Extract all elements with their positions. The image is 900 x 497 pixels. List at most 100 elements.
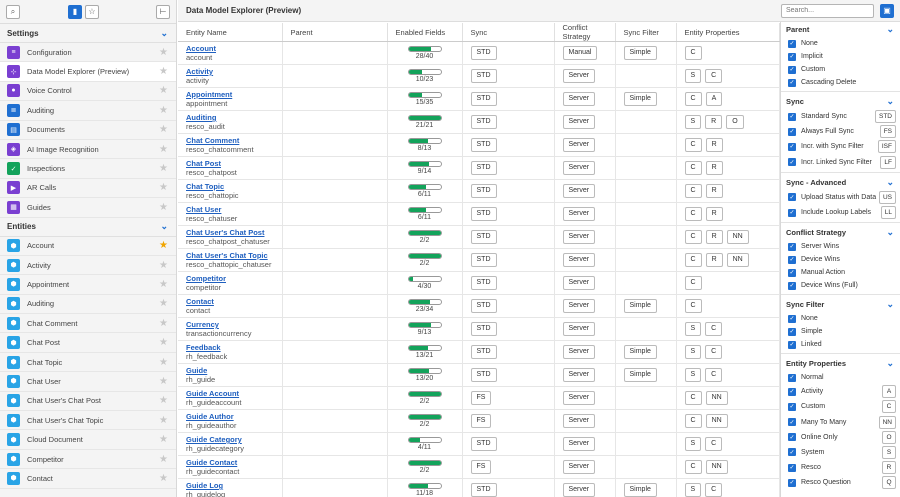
table-row[interactable]: Chat User's Chat Topic resco_chattopic_ch…: [178, 248, 780, 272]
conflict-strategy-chip[interactable]: Server: [562, 253, 596, 267]
conflict-strategy-chip[interactable]: Server: [562, 207, 596, 221]
column-header-sync-filter[interactable]: Sync Filter: [615, 23, 677, 42]
checkbox-checked-icon[interactable]: ✓: [788, 242, 796, 251]
favorite-star-icon[interactable]: ★: [159, 434, 168, 445]
sync-mode-chip[interactable]: FS: [470, 460, 492, 474]
filter-option-resco-question[interactable]: ✓ Resco Question Q: [781, 475, 900, 490]
entity-property-chip[interactable]: NN: [705, 414, 728, 428]
favorite-star-icon[interactable]: ★: [159, 415, 168, 426]
filter-option-incr-with-sync-filter[interactable]: ✓ Incr. with Sync Filter ISF: [781, 139, 900, 154]
table-row[interactable]: Currency transactioncurrency 9/13 STD Server…: [178, 317, 780, 341]
favorite-star-icon[interactable]: ★: [159, 144, 168, 155]
filter-option-implicit[interactable]: ✓ Implicit: [781, 50, 900, 63]
column-header-sync[interactable]: Sync: [462, 23, 555, 42]
table-row[interactable]: Chat Comment resco_chatcomment 8/13 STD Serv…: [178, 133, 780, 157]
column-header-parent[interactable]: Parent: [282, 23, 388, 42]
entity-property-chip[interactable]: C: [684, 276, 702, 290]
sync-mode-chip[interactable]: STD: [470, 483, 497, 497]
sync-mode-chip[interactable]: STD: [470, 437, 497, 451]
filter-option-many-to-many[interactable]: ✓ Many To Many NN: [781, 415, 900, 430]
favorite-star-icon[interactable]: ★: [159, 47, 168, 58]
collapse-sidebar-button[interactable]: ⊢: [156, 4, 170, 19]
sync-filter-chip[interactable]: Simple: [623, 345, 657, 359]
checkbox-checked-icon[interactable]: ✓: [788, 193, 796, 202]
filter-option-resco[interactable]: ✓ Resco R: [781, 460, 900, 475]
filter-option-activity[interactable]: ✓ Activity A: [781, 384, 900, 399]
sync-mode-chip[interactable]: STD: [470, 184, 497, 198]
save-button[interactable]: ▣: [880, 3, 894, 18]
conflict-strategy-chip[interactable]: Server: [562, 161, 596, 175]
conflict-strategy-chip[interactable]: Manual: [562, 46, 598, 60]
entity-name-link[interactable]: Chat Post: [186, 159, 282, 168]
entity-property-chip[interactable]: S: [684, 69, 702, 83]
entity-property-chip[interactable]: C: [684, 46, 702, 60]
table-row[interactable]: Account account 28/40 STD Manual Simple C: [178, 41, 780, 65]
favorite-star-icon[interactable]: ★: [159, 105, 168, 116]
entity-name-link[interactable]: Feedback: [186, 343, 282, 352]
filter-option-always-full-sync[interactable]: ✓ Always Full Sync FS: [781, 124, 900, 139]
entity-property-chip[interactable]: C: [705, 437, 723, 451]
sidebar-entity-contact[interactable]: ⬢ Contact ★: [0, 469, 176, 489]
entity-property-chip[interactable]: C: [705, 69, 723, 83]
filter-option-none[interactable]: ✓ None: [781, 37, 900, 50]
entity-property-chip[interactable]: C: [684, 253, 702, 267]
filter-option-linked[interactable]: ✓ Linked: [781, 338, 900, 351]
entity-name-link[interactable]: Competitor: [186, 274, 282, 283]
checkbox-checked-icon[interactable]: ✓: [788, 373, 796, 382]
conflict-strategy-chip[interactable]: Server: [562, 483, 596, 497]
checkbox-checked-icon[interactable]: ✓: [788, 52, 796, 61]
favorite-star-icon[interactable]: ★: [159, 66, 168, 77]
checkbox-checked-icon[interactable]: ✓: [788, 340, 796, 349]
filter-option-cascading-delete[interactable]: ✓ Cascading Delete: [781, 76, 900, 89]
filter-option-none[interactable]: ✓ None: [781, 312, 900, 325]
sidebar-entity-chat-user-s-chat-post[interactable]: ⬢ Chat User's Chat Post ★: [0, 392, 176, 412]
sync-mode-chip[interactable]: STD: [470, 368, 497, 382]
entity-property-chip[interactable]: C: [684, 184, 702, 198]
sidebar-entity-chat-topic[interactable]: ⬢ Chat Topic ★: [0, 353, 176, 373]
checkbox-checked-icon[interactable]: ✓: [788, 255, 796, 264]
sidebar-item-data-model-explorer-preview[interactable]: ⊹ Data Model Explorer (Preview) ★: [0, 62, 176, 82]
entity-name-link[interactable]: Chat User's Chat Post: [186, 228, 282, 237]
table-row[interactable]: Competitor competitor 4/30 STD Server C: [178, 271, 780, 295]
checkbox-checked-icon[interactable]: ✓: [788, 314, 796, 323]
entity-name-link[interactable]: Guide Contact: [186, 458, 282, 467]
conflict-strategy-chip[interactable]: Server: [562, 368, 596, 382]
sidebar-item-configuration[interactable]: ≡ Configuration ★: [0, 43, 176, 63]
filter-option-include-lookup-labels[interactable]: ✓ Include Lookup Labels LL: [781, 205, 900, 220]
entity-property-chip[interactable]: C: [705, 368, 723, 382]
checkbox-checked-icon[interactable]: ✓: [788, 112, 796, 121]
sidebar-item-ar-calls[interactable]: ▶ AR Calls ★: [0, 179, 176, 199]
entity-name-link[interactable]: Chat User: [186, 205, 282, 214]
sidebar-entity-chat-comment[interactable]: ⬢ Chat Comment ★: [0, 314, 176, 334]
sidebar-item-guides[interactable]: ▦ Guides ★: [0, 198, 176, 218]
conflict-strategy-chip[interactable]: Server: [562, 92, 596, 106]
column-header-entity-name[interactable]: Entity Name: [178, 23, 283, 42]
filter-option-device-wins-full[interactable]: ✓ Device Wins (Full): [781, 279, 900, 292]
table-row[interactable]: Feedback rh_feedback 13/21 STD Server Simple S…: [178, 340, 780, 364]
sync-mode-chip[interactable]: FS: [470, 391, 492, 405]
entity-property-chip[interactable]: C: [705, 483, 723, 497]
sync-filter-chip[interactable]: Simple: [623, 299, 657, 313]
entity-property-chip[interactable]: C: [705, 345, 723, 359]
checkbox-checked-icon[interactable]: ✓: [788, 268, 796, 277]
sync-mode-chip[interactable]: STD: [470, 345, 497, 359]
conflict-strategy-chip[interactable]: Server: [562, 322, 596, 336]
entity-name-link[interactable]: Activity: [186, 67, 282, 76]
checkbox-checked-icon[interactable]: ✓: [788, 127, 796, 136]
filter-option-device-wins[interactable]: ✓ Device Wins: [781, 253, 900, 266]
conflict-strategy-chip[interactable]: Server: [562, 437, 596, 451]
all-items-button[interactable]: ▮: [68, 4, 82, 19]
checkbox-checked-icon[interactable]: ✓: [788, 327, 796, 336]
favorite-star-icon[interactable]: ★: [159, 454, 168, 465]
sidebar-item-ai-image-recognition[interactable]: ◈ AI Image Recognition ★: [0, 140, 176, 160]
filter-header-parent[interactable]: Parent ⌄: [781, 22, 900, 37]
entity-property-chip[interactable]: C: [684, 299, 702, 313]
table-row[interactable]: Guide Log rh_guidelog 11/18 STD Server Simple…: [178, 478, 780, 497]
entity-property-chip[interactable]: R: [705, 230, 723, 244]
table-row[interactable]: Activity activity 10/23 STD Server S C: [178, 64, 780, 88]
favorites-button[interactable]: ☆: [85, 4, 99, 19]
favorite-star-icon[interactable]: ★: [159, 279, 168, 290]
favorite-star-icon[interactable]: ★: [159, 337, 168, 348]
conflict-strategy-chip[interactable]: Server: [562, 184, 596, 198]
settings-section-header[interactable]: Settings ⌄: [0, 24, 176, 43]
